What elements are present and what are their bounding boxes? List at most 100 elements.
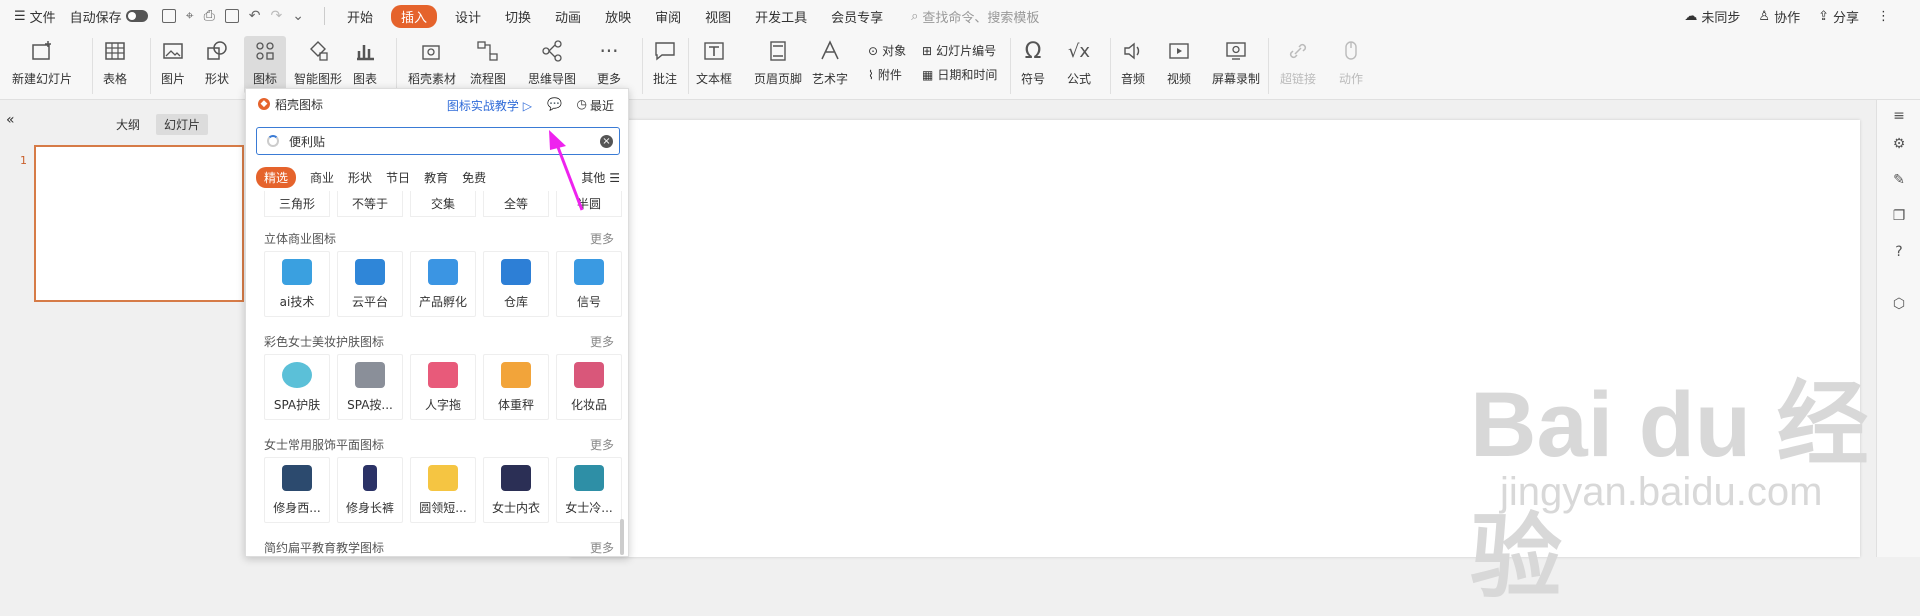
comment-button[interactable]: 批注: [652, 38, 678, 87]
icon-tile[interactable]: 全等: [483, 191, 549, 217]
pin-icon[interactable]: ✎: [1891, 172, 1907, 188]
print-preview-icon[interactable]: [224, 9, 239, 23]
category-featured[interactable]: 精选: [256, 166, 297, 188]
icon-tile[interactable]: SPA按...: [337, 354, 403, 420]
tab-slides[interactable]: 幻灯片: [156, 114, 209, 135]
share-button[interactable]: ⇪ 分享: [1818, 7, 1859, 26]
tab-slideshow[interactable]: 放映: [605, 7, 631, 26]
icon-tile[interactable]: 体重秤: [483, 354, 549, 420]
tab-animation[interactable]: 动画: [555, 7, 581, 26]
tab-transition[interactable]: 切换: [505, 7, 531, 26]
section-more-link[interactable]: 更多: [590, 436, 614, 453]
icon-tile[interactable]: 人字拖: [410, 354, 476, 420]
collaborate-button[interactable]: ♙ 协作: [1758, 7, 1800, 26]
picture-button[interactable]: 图片: [160, 38, 186, 87]
section-more-link[interactable]: 更多: [590, 230, 614, 247]
incubation-icon: [428, 259, 458, 285]
icon-tile[interactable]: 交集: [410, 191, 476, 217]
smart-graphic-button[interactable]: 智能图形: [294, 38, 342, 87]
clear-search-icon[interactable]: ×: [600, 135, 613, 148]
icon-tile[interactable]: 云平台: [337, 251, 403, 317]
table-button[interactable]: 表格: [102, 38, 128, 87]
chart-button[interactable]: 图表: [352, 38, 378, 87]
icon-tile[interactable]: 女士内衣: [483, 457, 549, 523]
video-button[interactable]: 视频: [1166, 38, 1192, 87]
undo-icon[interactable]: ↶: [249, 9, 261, 23]
command-search[interactable]: ⌕ 查找命令、搜索模板: [911, 7, 1039, 26]
tab-insert[interactable]: 插入: [391, 4, 438, 28]
category-business[interactable]: 商业: [310, 169, 334, 186]
hyperlink-button[interactable]: 超链接: [1280, 38, 1316, 87]
slide-number-button[interactable]: ⊞ 幻灯片编号: [922, 42, 996, 59]
icon-search-input[interactable]: 便利贴 ×: [256, 127, 620, 155]
chevron-down-icon[interactable]: ⌄: [292, 9, 304, 23]
icon-tile[interactable]: SPA护肤: [264, 354, 330, 420]
section-more-link[interactable]: 更多: [590, 539, 614, 556]
format-painter-icon[interactable]: ⌖: [186, 9, 194, 23]
print-icon[interactable]: ⎙: [204, 9, 215, 23]
section-more-link[interactable]: 更多: [590, 333, 614, 350]
icon-tile[interactable]: 产品孵化: [410, 251, 476, 317]
scrollbar[interactable]: [620, 519, 624, 555]
copy-icon[interactable]: ❐: [1891, 208, 1907, 224]
icon-tile[interactable]: 圆领短...: [410, 457, 476, 523]
category-education[interactable]: 教育: [424, 169, 448, 186]
autosave-toggle[interactable]: 自动保存: [70, 7, 148, 26]
screen-record-button[interactable]: 屏幕录制: [1212, 38, 1260, 87]
tab-developer[interactable]: 开发工具: [755, 7, 807, 26]
art-text-button[interactable]: 艺术字: [812, 38, 848, 87]
icon-button[interactable]: 图标: [244, 36, 286, 94]
header-footer-button[interactable]: 页眉页脚: [754, 38, 802, 87]
datetime-button[interactable]: ▦ 日期和时间: [922, 66, 997, 83]
more-vertical-icon[interactable]: ⋮: [1877, 9, 1890, 24]
category-shape[interactable]: 形状: [348, 169, 372, 186]
icon-tile[interactable]: 修身西...: [264, 457, 330, 523]
menu-icon[interactable]: ≡: [1891, 108, 1907, 124]
recent-button[interactable]: ◷ 最近: [577, 97, 615, 114]
icon-tile[interactable]: 三角形: [264, 191, 330, 217]
help-icon[interactable]: ?: [1891, 244, 1907, 260]
tab-member[interactable]: 会员专享: [831, 7, 883, 26]
redo-icon[interactable]: ↷: [271, 9, 283, 23]
slide-thumbnail[interactable]: [34, 145, 244, 302]
category-free[interactable]: 免费: [462, 169, 486, 186]
file-menu[interactable]: ☰ 文件: [14, 7, 56, 26]
icon-tile[interactable]: 修身长裤: [337, 457, 403, 523]
mindmap-button[interactable]: 思维导图: [528, 38, 576, 87]
icon-tile[interactable]: ai技术: [264, 251, 330, 317]
tutorial-link[interactable]: 图标实战教学 ▷: [447, 97, 532, 114]
category-other[interactable]: 其他 ☰: [581, 169, 620, 186]
ribbon-tabs: 开始 插入 设计 切换 动画 放映 审阅 视图 开发工具 会员专享: [335, 0, 895, 32]
icon-tile[interactable]: 仓库: [483, 251, 549, 317]
cube-icon[interactable]: ⬡: [1891, 296, 1907, 312]
tab-design[interactable]: 设计: [455, 7, 481, 26]
category-holiday[interactable]: 节日: [386, 169, 410, 186]
icon-tile[interactable]: 女士冷...: [556, 457, 622, 523]
tab-review[interactable]: 审阅: [655, 7, 681, 26]
chat-icon[interactable]: 💬: [547, 97, 562, 111]
tab-outline[interactable]: 大纲: [108, 114, 148, 135]
icon-tile[interactable]: 化妆品: [556, 354, 622, 420]
flowchart-button[interactable]: 流程图: [470, 38, 506, 87]
icon-tile[interactable]: 不等于: [337, 191, 403, 217]
icon-tile[interactable]: 半圆: [556, 191, 622, 217]
more-button[interactable]: ··· 更多: [596, 38, 622, 87]
action-button[interactable]: 动作: [1338, 38, 1364, 87]
attachment-button[interactable]: ⌇ 附件: [868, 66, 902, 83]
shape-button[interactable]: 形状: [204, 38, 230, 87]
symbol-button[interactable]: Ω 符号: [1020, 38, 1046, 87]
sync-button[interactable]: ☁ 未同步: [1684, 7, 1740, 26]
shape-icon: [204, 38, 230, 64]
settings-icon[interactable]: ⚙: [1891, 136, 1907, 152]
audio-button[interactable]: 音频: [1120, 38, 1146, 87]
new-slide-button[interactable]: 新建幻灯片: [12, 38, 72, 87]
tab-start[interactable]: 开始: [347, 7, 373, 26]
tab-view[interactable]: 视图: [705, 7, 731, 26]
formula-icon: √x: [1067, 40, 1091, 62]
object-button[interactable]: ⊙ 对象: [868, 42, 906, 59]
save-icon[interactable]: [161, 9, 176, 23]
formula-button[interactable]: √x 公式: [1066, 38, 1092, 87]
material-button[interactable]: 稻壳素材: [408, 38, 456, 87]
icon-tile[interactable]: 信号: [556, 251, 622, 317]
textbox-button[interactable]: 文本框: [696, 38, 732, 87]
